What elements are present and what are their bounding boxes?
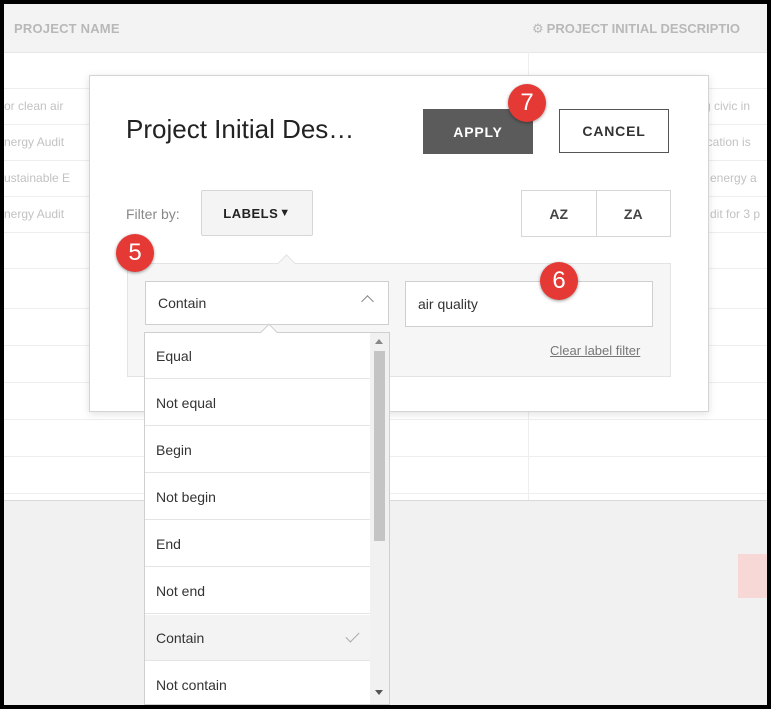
filter-by-label: Filter by: bbox=[126, 206, 180, 222]
chevron-up-icon bbox=[361, 295, 374, 308]
dropdown-option-equal[interactable]: Equal bbox=[145, 333, 370, 379]
column-header-label: PROJECT INITIAL DESCRIPTIO bbox=[546, 21, 740, 36]
table-cell: dit for 3 p bbox=[710, 207, 761, 221]
column-header-project-initial-description[interactable]: ⚙ PROJECT INITIAL DESCRIPTIO bbox=[532, 21, 740, 37]
dropdown-option-not-end[interactable]: Not end bbox=[145, 568, 370, 614]
dropdown-option-begin[interactable]: Begin bbox=[145, 427, 370, 473]
gear-icon: ⚙ bbox=[532, 21, 544, 36]
dropdown-option-contain[interactable]: Contain bbox=[145, 615, 370, 661]
funnel-icon: ▼ bbox=[279, 207, 291, 219]
condition-select[interactable]: Contain bbox=[145, 281, 389, 325]
dropdown-option-not-begin[interactable]: Not begin bbox=[145, 474, 370, 520]
sort-za-button[interactable]: ZA bbox=[595, 191, 670, 236]
scrollbar-thumb[interactable] bbox=[374, 351, 385, 541]
panel-pointer bbox=[277, 254, 296, 273]
table-cell: nergy Audit bbox=[4, 207, 65, 221]
dropdown-option-not-equal[interactable]: Not equal bbox=[145, 380, 370, 426]
table-cell: nergy Audit bbox=[4, 135, 65, 149]
table-cell: energy a bbox=[710, 171, 757, 185]
step-badge-5: 5 bbox=[116, 234, 154, 272]
filter-value-input[interactable] bbox=[405, 281, 653, 327]
scroll-up-icon[interactable] bbox=[375, 339, 383, 344]
column-header-project-name[interactable]: PROJECT NAME bbox=[14, 21, 120, 36]
labels-button-text: LABELS bbox=[223, 205, 279, 221]
sort-az-button[interactable]: AZ bbox=[522, 191, 596, 236]
sort-toggle: AZ ZA bbox=[521, 190, 671, 237]
background-button[interactable] bbox=[738, 554, 767, 598]
step-badge-6: 6 bbox=[540, 262, 578, 300]
step-badge-7: 7 bbox=[508, 84, 546, 122]
dropdown-option-not-contain[interactable]: Not contain bbox=[145, 662, 370, 704]
table-cell: or clean air bbox=[4, 99, 64, 113]
dialog-title: Project Initial Des… bbox=[126, 114, 355, 144]
cancel-button[interactable]: CANCEL bbox=[559, 109, 669, 153]
dropdown-scrollbar[interactable] bbox=[370, 333, 389, 704]
condition-dropdown: Equal Not equal Begin Not begin End Not … bbox=[144, 332, 390, 705]
condition-select-value: Contain bbox=[158, 295, 207, 311]
option-label: Contain bbox=[156, 629, 205, 646]
table-cell: ustainable E bbox=[4, 171, 71, 185]
table-cell: ication is bbox=[704, 135, 751, 149]
labels-filter-button[interactable]: LABELS ▼ bbox=[201, 190, 313, 236]
clear-label-filter-link[interactable]: Clear label filter bbox=[550, 343, 640, 358]
checkmark-icon bbox=[345, 628, 360, 643]
screen: PROJECT NAME ⚙ PROJECT INITIAL DESCRIPTIO… bbox=[4, 4, 767, 705]
scroll-down-icon[interactable] bbox=[375, 690, 383, 695]
table-cell: g civic in bbox=[704, 99, 751, 113]
dropdown-option-end[interactable]: End bbox=[145, 521, 370, 567]
